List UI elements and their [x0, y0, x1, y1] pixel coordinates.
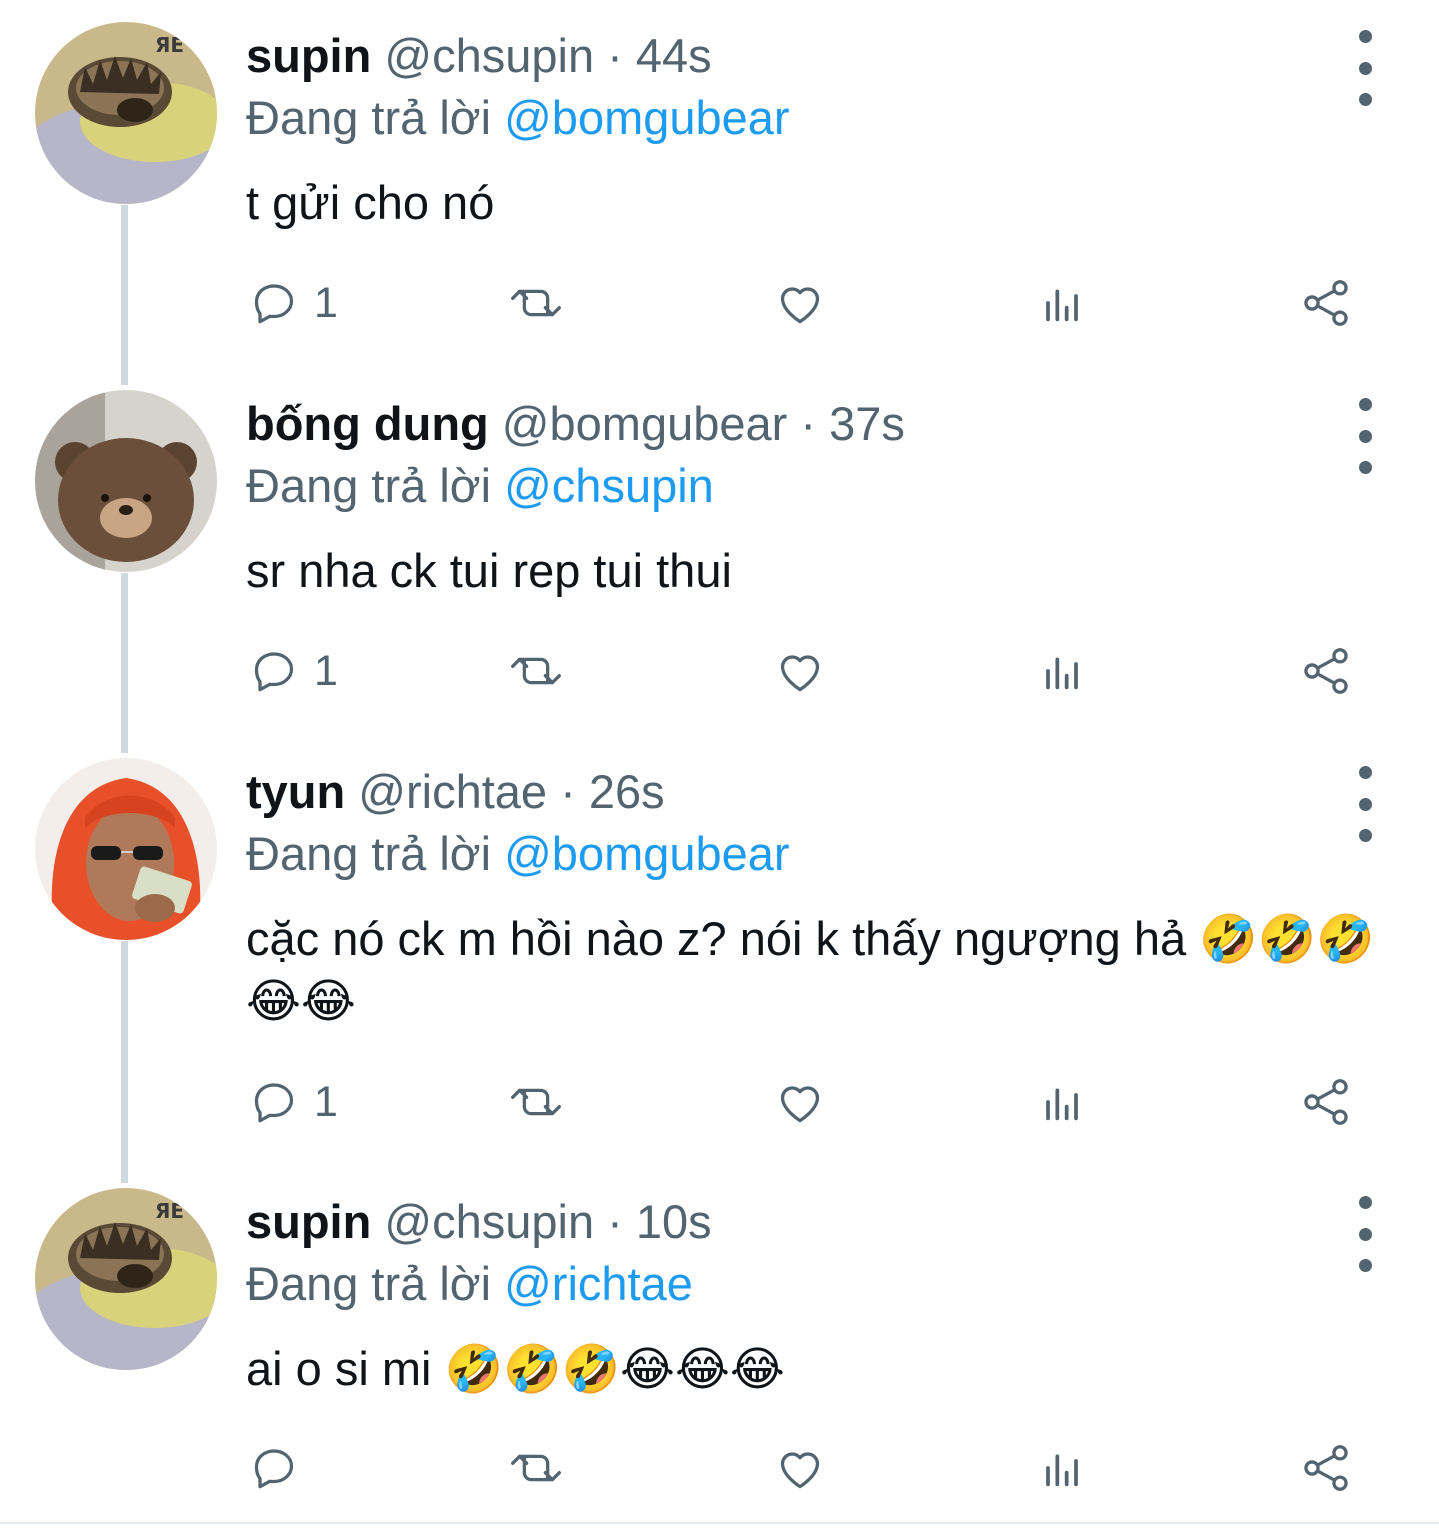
- tweet-text: sr nha ck tui rep tui thui: [246, 544, 732, 597]
- analytics-icon: [1046, 1088, 1078, 1121]
- tweet[interactable]: ЯE supin @chsupin · 10s Đang trả lời @ri…: [0, 1166, 1439, 1522]
- user-handle[interactable]: @chsupin: [384, 1195, 594, 1248]
- tweet-text: t gửi cho nó: [246, 176, 495, 229]
- more-options-icon[interactable]: [1347, 766, 1383, 842]
- action-bar: [246, 1438, 1366, 1498]
- timestamp[interactable]: 26s: [589, 765, 665, 818]
- tweet[interactable]: bống dung @bomgubear · 37s Đang trả lời …: [0, 368, 1439, 736]
- like-button[interactable]: [772, 1438, 828, 1498]
- analytics-button[interactable]: [1034, 1072, 1090, 1132]
- svg-text:ЯE: ЯE: [155, 33, 184, 57]
- analytics-icon: [1046, 289, 1078, 322]
- heart-icon: [780, 655, 820, 692]
- replying-label: Đang trả lời: [246, 459, 492, 512]
- reply-button[interactable]: [246, 1438, 314, 1498]
- timestamp[interactable]: 10s: [636, 1195, 712, 1248]
- hedgehog-avatar[interactable]: ЯE: [35, 22, 217, 204]
- display-name[interactable]: supin: [246, 1195, 371, 1248]
- share-button[interactable]: [1298, 641, 1354, 701]
- more-options-icon[interactable]: [1347, 30, 1383, 106]
- reply-count: 1: [314, 1077, 338, 1126]
- user-handle[interactable]: @richtae: [358, 765, 547, 818]
- like-button[interactable]: [772, 1072, 828, 1132]
- reply-button[interactable]: 1: [246, 273, 338, 333]
- display-name[interactable]: tyun: [246, 765, 345, 818]
- replying-to-mention[interactable]: @bomgubear: [504, 91, 790, 144]
- hedgehog-avatar[interactable]: ЯE: [35, 1188, 217, 1370]
- separator-dot: ·: [800, 397, 817, 450]
- replying-to-mention[interactable]: @bomgubear: [504, 827, 790, 880]
- display-name[interactable]: supin: [246, 29, 371, 82]
- share-icon: [1304, 1445, 1348, 1491]
- heart-icon: [780, 1452, 820, 1489]
- share-button[interactable]: [1298, 1438, 1354, 1498]
- separator-dot: ·: [560, 765, 576, 818]
- reply-icon: [254, 1449, 294, 1489]
- reply-icon: [254, 1083, 294, 1123]
- share-icon: [1304, 648, 1348, 694]
- like-button[interactable]: [772, 641, 828, 701]
- action-bar: 1: [246, 273, 1366, 333]
- retweet-button[interactable]: [508, 641, 564, 701]
- retweet-icon: [511, 657, 561, 685]
- analytics-button[interactable]: [1034, 641, 1090, 701]
- more-options-icon[interactable]: [1347, 398, 1383, 474]
- analytics-button[interactable]: [1034, 1438, 1090, 1498]
- replying-to-line: Đang trả lời @richtae: [246, 1256, 693, 1312]
- timestamp[interactable]: 44s: [636, 29, 712, 82]
- share-button[interactable]: [1298, 273, 1354, 333]
- retweet-button[interactable]: [508, 273, 564, 333]
- tweet[interactable]: ЯE supin @chsupin · 44s Đang trả lời @bo…: [0, 0, 1439, 368]
- tweet-header: supin @chsupin · 44s: [246, 28, 712, 84]
- replying-to-line: Đang trả lời @chsupin: [246, 458, 714, 514]
- tweet-text: cặc nó ck m hồi nào z? nói k thấy ngượng…: [246, 912, 1375, 1027]
- analytics-icon: [1046, 1454, 1078, 1487]
- heart-icon: [780, 287, 820, 324]
- brown-bear-avatar[interactable]: [35, 390, 217, 572]
- divider: [0, 1522, 1439, 1524]
- retweet-button[interactable]: [508, 1072, 564, 1132]
- svg-text:ЯE: ЯE: [155, 1199, 184, 1223]
- tweet-header: supin @chsupin · 10s: [246, 1194, 712, 1250]
- heart-icon: [780, 1086, 820, 1123]
- red-hair-woman-avatar[interactable]: [35, 758, 217, 940]
- retweet-icon: [511, 1454, 561, 1482]
- analytics-icon: [1046, 657, 1078, 690]
- reply-button[interactable]: 1: [246, 1072, 338, 1132]
- replying-label: Đang trả lời: [246, 1257, 492, 1310]
- share-icon: [1304, 1079, 1348, 1125]
- action-bar: 1: [246, 1072, 1366, 1132]
- analytics-button[interactable]: [1034, 273, 1090, 333]
- tweet-header: tyun @richtae · 26s: [246, 764, 665, 820]
- reply-icon: [254, 284, 294, 324]
- display-name[interactable]: bống dung: [246, 397, 489, 450]
- share-button[interactable]: [1298, 1072, 1354, 1132]
- like-button[interactable]: [772, 273, 828, 333]
- more-options-icon[interactable]: [1347, 1196, 1383, 1272]
- replying-label: Đang trả lời: [246, 91, 492, 144]
- replying-to-line: Đang trả lời @bomgubear: [246, 826, 790, 882]
- retweet-icon: [511, 289, 561, 317]
- replying-to-mention[interactable]: @chsupin: [504, 459, 714, 512]
- user-handle[interactable]: @chsupin: [384, 29, 594, 82]
- retweet-icon: [511, 1088, 561, 1116]
- tweet[interactable]: tyun @richtae · 26s Đang trả lời @bomgub…: [0, 736, 1439, 1166]
- separator-dot: ·: [607, 1195, 623, 1248]
- reply-count: 1: [314, 278, 338, 327]
- reply-count: 1: [314, 646, 338, 695]
- user-handle[interactable]: @bomgubear: [502, 397, 788, 450]
- tweet-header: bống dung @bomgubear · 37s: [246, 396, 905, 452]
- replying-label: Đang trả lời: [246, 827, 492, 880]
- tweet-text: ai o si mi 🤣🤣🤣😂😂😂: [246, 1342, 785, 1395]
- replying-to-mention[interactable]: @richtae: [504, 1257, 693, 1310]
- action-bar: 1: [246, 641, 1366, 701]
- reply-button[interactable]: 1: [246, 641, 338, 701]
- retweet-button[interactable]: [508, 1438, 564, 1498]
- reply-icon: [254, 652, 294, 692]
- reply-thread: ЯE supin @chsupin · 44s Đang trả lời @bo…: [0, 0, 1439, 1528]
- replying-to-line: Đang trả lời @bomgubear: [246, 90, 790, 146]
- timestamp[interactable]: 37s: [829, 397, 905, 450]
- separator-dot: ·: [607, 29, 623, 82]
- share-icon: [1304, 280, 1348, 326]
